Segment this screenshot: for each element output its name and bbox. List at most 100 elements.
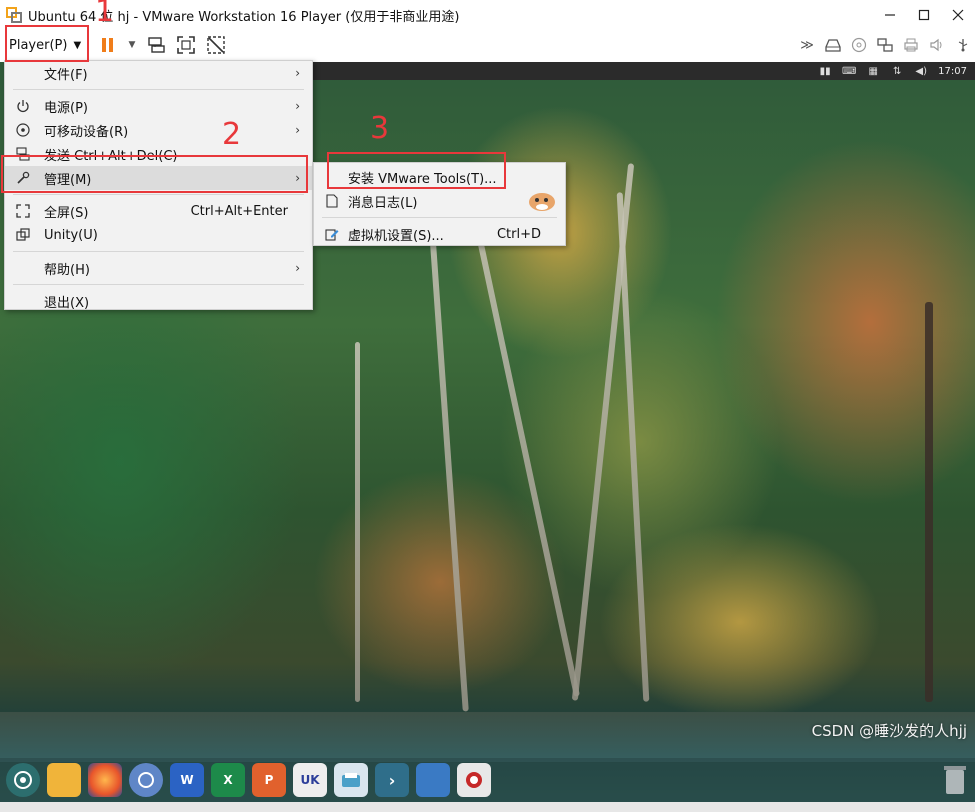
cd-button[interactable] (847, 33, 871, 57)
menu-item-unity[interactable]: Unity(U) (5, 223, 312, 247)
watermark: CSDN @睡沙发的人hjj (811, 722, 967, 740)
dock-trash-icon[interactable] (941, 762, 969, 796)
network-icon (877, 38, 893, 52)
wallpaper-tree-trunk (466, 187, 580, 697)
annotation-number-2: 2 (222, 117, 242, 152)
annotation-box-player (5, 25, 89, 62)
submenu-item-message-log[interactable]: 消息日志(L) (314, 189, 565, 213)
menu-item-power[interactable]: 电源(P) › (5, 94, 312, 118)
pause-button[interactable] (96, 33, 120, 57)
screen: Ubuntu 64 位 hj - VMware Workstation 16 P… (0, 0, 975, 812)
unity-icon (207, 36, 225, 54)
unity-button[interactable] (204, 33, 228, 57)
close-icon (952, 9, 964, 21)
chevron-right-icon: › (295, 99, 300, 113)
fullscreen-icon (177, 36, 195, 54)
minimize-icon (885, 14, 895, 16)
toolbar: Player(P) ▼ ▼ ≫ (0, 30, 975, 60)
menu-divider (322, 217, 557, 218)
guest-clock[interactable]: 17:07 (938, 66, 967, 77)
dock-browser-icon[interactable] (129, 763, 163, 797)
dock-firefox-icon[interactable] (88, 763, 122, 797)
wallpaper-tree-trunk (925, 302, 933, 702)
power-icon (15, 98, 31, 114)
maximize-icon (918, 9, 930, 21)
annotation-box-manage (1, 155, 308, 193)
menu-item-help[interactable]: 帮助(H) › (5, 256, 312, 280)
dock-powerpoint-icon[interactable]: P (252, 763, 286, 797)
submenu-item-vm-settings[interactable]: 虚拟机设置(S)... Ctrl+D (314, 222, 565, 246)
annotation-number-3: 3 (370, 111, 390, 146)
maximize-button[interactable] (907, 0, 941, 30)
forward-button[interactable]: ≫ (795, 33, 819, 57)
menu-item-file[interactable]: 文件(F) › (5, 61, 312, 85)
title-bar: Ubuntu 64 位 hj - VMware Workstation 16 P… (0, 0, 975, 30)
submenu-item-label: 消息日志(L) (348, 195, 418, 211)
annotation-box-install-tools (327, 152, 506, 189)
network-button[interactable] (873, 33, 897, 57)
keyboard-icon[interactable]: ⌨ (842, 65, 856, 77)
removable-device-icon (15, 122, 31, 138)
settings-edit-icon (324, 226, 340, 242)
window-title: Ubuntu 64 位 hj - VMware Workstation 16 P… (28, 9, 460, 25)
minimize-button[interactable] (873, 0, 907, 30)
pause-dropdown-button[interactable]: ▼ (126, 33, 138, 57)
guest-top-panel: ▮▮ ⌨ ▦ ⇅ ◀) 17:07 (310, 62, 975, 80)
dock-files-icon[interactable] (47, 763, 81, 797)
hdd-icon (825, 39, 841, 52)
network-arrows-icon[interactable]: ⇅ (890, 65, 904, 77)
send-ctrl-alt-del-button[interactable] (144, 33, 168, 57)
close-button[interactable] (941, 0, 975, 30)
printer-icon (904, 38, 918, 52)
printer-button[interactable] (899, 33, 923, 57)
sound-button[interactable] (925, 33, 949, 57)
dock-word-icon[interactable]: W (170, 763, 204, 797)
unity-icon (15, 227, 31, 243)
menu-divider (13, 284, 304, 285)
cd-icon (851, 37, 867, 53)
guest-dock: W X P UK › (0, 758, 975, 802)
menu-divider (13, 89, 304, 90)
mascot-sticker-icon (525, 185, 559, 213)
menu-item-label: 电源(P) (44, 100, 88, 116)
chevron-right-icon: › (295, 123, 300, 137)
usb-button[interactable] (951, 33, 975, 57)
menu-item-label: Unity(U) (44, 227, 98, 243)
dock-screenshot-icon[interactable] (457, 763, 491, 797)
menu-item-exit[interactable]: 退出(X) (5, 289, 312, 313)
chevron-right-icon: › (295, 66, 300, 80)
dropdown-caret-icon: ▼ (128, 40, 136, 50)
usb-icon (958, 39, 968, 52)
menu-item-shortcut: Ctrl+Alt+Enter (190, 203, 288, 219)
menu-item-label: 帮助(H) (44, 262, 90, 278)
battery-icon[interactable]: ▮▮ (818, 65, 832, 77)
guest-bottom-strip (0, 802, 975, 812)
hdd-button[interactable] (821, 33, 845, 57)
dock-settings-icon[interactable] (416, 763, 450, 797)
volume-icon[interactable]: ◀) (914, 65, 928, 77)
vmware-logo-icon (6, 7, 22, 23)
menu-item-label: 全屏(S) (44, 205, 89, 221)
menu-item-fullscreen[interactable]: 全屏(S) Ctrl+Alt+Enter (5, 199, 312, 223)
submenu-item-label: 虚拟机设置(S)... (348, 228, 444, 244)
dock-terminal-icon[interactable]: › (375, 763, 409, 797)
dock-launcher-icon[interactable] (6, 763, 40, 797)
forward-icon: ≫ (800, 37, 814, 53)
fullscreen-button[interactable] (174, 33, 198, 57)
pause-icon (102, 38, 113, 52)
dock-backup-icon[interactable] (334, 763, 368, 797)
wallpaper-tree-trunk (355, 342, 360, 702)
document-icon (324, 193, 340, 209)
chevron-right-icon: › (295, 261, 300, 275)
dock-store-icon[interactable]: UK (293, 763, 327, 797)
menu-item-label: 文件(F) (44, 67, 88, 83)
dock-excel-icon[interactable]: X (211, 763, 245, 797)
fullscreen-icon (15, 203, 31, 219)
menu-divider (13, 251, 304, 252)
calendar-icon[interactable]: ▦ (866, 65, 880, 77)
menu-item-removable-devices[interactable]: 可移动设备(R) › (5, 118, 312, 142)
annotation-number-1: 1 (95, 0, 115, 29)
menu-divider (13, 194, 304, 195)
wallpaper-tree-trunk (616, 192, 650, 702)
send-ctrl-alt-del-icon (148, 37, 165, 53)
